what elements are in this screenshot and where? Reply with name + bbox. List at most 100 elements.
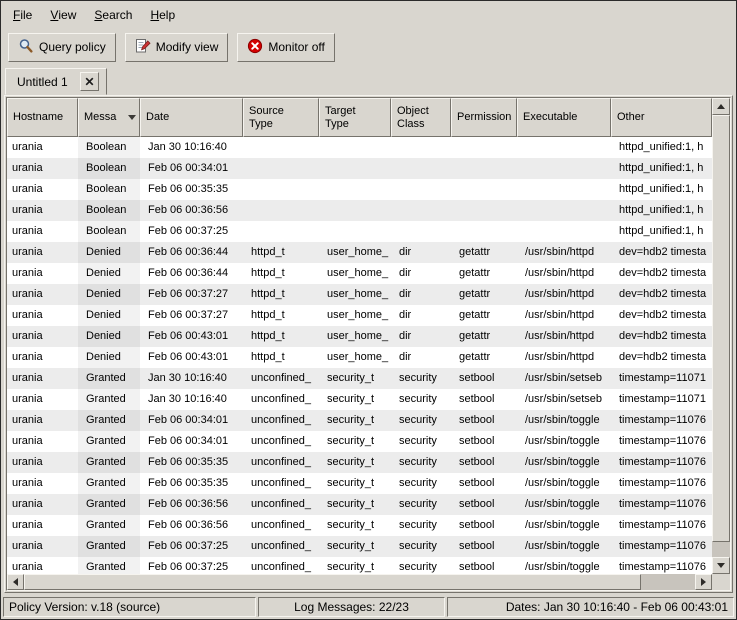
modify-view-button[interactable]: Modify view [125,33,229,62]
horizontal-scrollbar-thumb[interactable] [24,574,641,590]
tab-close-button[interactable] [80,72,99,91]
cell-permission: setbool [451,452,517,473]
scroll-down-button[interactable] [712,557,730,574]
table-row[interactable]: uraniaGrantedJan 30 10:16:40unconfined_s… [7,368,712,389]
table-row[interactable]: uraniaGrantedFeb 06 00:35:35unconfined_s… [7,452,712,473]
scrolled-window: HostnameMessaDateSource TypeTarget TypeO… [6,97,731,591]
cell-executable: /usr/sbin/toggle [517,473,611,494]
table-row[interactable]: uraniaBooleanJan 30 10:16:40httpd_unifie… [7,137,712,158]
cell-executable: /usr/sbin/toggle [517,557,611,574]
table-row[interactable]: uraniaDeniedFeb 06 00:43:01httpd_tuser_h… [7,347,712,368]
cell-executable [517,158,611,179]
query-policy-button[interactable]: Query policy [8,33,116,62]
table-row[interactable]: uraniaGrantedFeb 06 00:37:25unconfined_s… [7,557,712,574]
vertical-scrollbar[interactable] [712,98,730,574]
menu-item-search[interactable]: Search [85,1,141,28]
vertical-scrollbar-track[interactable] [712,115,730,557]
table-row[interactable]: uraniaGrantedJan 30 10:16:40unconfined_s… [7,389,712,410]
cell-other: httpd_unified:1, h [611,200,712,221]
cell-object-class: security [391,410,451,431]
menu-item-file[interactable]: File [4,1,41,28]
cell-other: timestamp=11076 [611,410,712,431]
cell-object-class: security [391,431,451,452]
table-row[interactable]: uraniaBooleanFeb 06 00:37:25httpd_unifie… [7,221,712,242]
scroll-left-button[interactable] [7,574,24,590]
table-row[interactable]: uraniaBooleanFeb 06 00:34:01httpd_unifie… [7,158,712,179]
cell-date: Feb 06 00:36:44 [140,242,243,263]
cell-target-type: security_t [319,452,391,473]
cell-date: Feb 06 00:36:56 [140,494,243,515]
table-row[interactable]: uraniaGrantedFeb 06 00:37:25unconfined_s… [7,536,712,557]
table-row[interactable]: uraniaGrantedFeb 06 00:36:56unconfined_s… [7,515,712,536]
cell-permission [451,200,517,221]
column-header-label: Other [617,111,645,124]
column-header-source-type[interactable]: Source Type [243,98,319,137]
monitor-off-button[interactable]: Monitor off [237,33,334,62]
column-header-other[interactable]: Other [611,98,712,137]
cell-hostname: urania [7,515,78,536]
cell-hostname: urania [7,368,78,389]
table-row[interactable]: uraniaDeniedFeb 06 00:36:44httpd_tuser_h… [7,263,712,284]
table-row[interactable]: uraniaGrantedFeb 06 00:34:01unconfined_s… [7,410,712,431]
cell-date: Feb 06 00:37:27 [140,284,243,305]
table-row[interactable]: uraniaGrantedFeb 06 00:36:56unconfined_s… [7,494,712,515]
scroll-right-button[interactable] [695,574,712,590]
column-header-label: Permission [457,111,511,124]
cell-hostname: urania [7,158,78,179]
table-row[interactable]: uraniaDeniedFeb 06 00:37:27httpd_tuser_h… [7,305,712,326]
cell-target-type: user_home_ [319,284,391,305]
horizontal-scrollbar-track[interactable] [24,574,695,590]
column-header-label: Messa [84,111,116,124]
cell-target-type: user_home_ [319,326,391,347]
table-row[interactable]: uraniaDeniedFeb 06 00:36:44httpd_tuser_h… [7,242,712,263]
cell-source-type: httpd_t [243,326,319,347]
column-header-label: Source Type [249,105,284,131]
cell-object-class: security [391,368,451,389]
column-header-permission[interactable]: Permission [451,98,517,137]
cell-hostname: urania [7,326,78,347]
cell-executable [517,221,611,242]
column-header-date[interactable]: Date [140,98,243,137]
table-row[interactable]: uraniaDeniedFeb 06 00:43:01httpd_tuser_h… [7,326,712,347]
table-row[interactable]: uraniaBooleanFeb 06 00:35:35httpd_unifie… [7,179,712,200]
table-row[interactable]: uraniaGrantedFeb 06 00:34:01unconfined_s… [7,431,712,452]
column-header-hostname[interactable]: Hostname [7,98,78,137]
cell-target-type: security_t [319,410,391,431]
vertical-scrollbar-thumb[interactable] [712,115,730,542]
menu-item-view[interactable]: View [41,1,85,28]
table-row[interactable]: uraniaBooleanFeb 06 00:36:56httpd_unifie… [7,200,712,221]
cell-permission: setbool [451,431,517,452]
table-header-row: HostnameMessaDateSource TypeTarget TypeO… [7,98,712,137]
cell-message: Granted [78,494,140,515]
cell-object-class: dir [391,326,451,347]
horizontal-scrollbar[interactable] [7,574,712,590]
cell-message: Denied [78,263,140,284]
cell-target-type: security_t [319,389,391,410]
table-row[interactable]: uraniaGrantedFeb 06 00:35:35unconfined_s… [7,473,712,494]
cell-object-class: security [391,536,451,557]
cell-other: httpd_unified:1, h [611,221,712,242]
cell-object-class: security [391,515,451,536]
cell-source-type [243,158,319,179]
table-row[interactable]: uraniaDeniedFeb 06 00:37:27httpd_tuser_h… [7,284,712,305]
cell-source-type: unconfined_ [243,389,319,410]
cell-object-class: dir [391,263,451,284]
column-header-object-class[interactable]: Object Class [391,98,451,137]
scroll-up-button[interactable] [712,98,730,115]
cell-hostname: urania [7,473,78,494]
cell-executable: /usr/sbin/setseb [517,389,611,410]
menu-item-help[interactable]: Help [141,1,184,28]
tab-untitled-1[interactable]: Untitled 1 [5,68,107,95]
cell-date: Feb 06 00:34:01 [140,158,243,179]
column-header-target-type[interactable]: Target Type [319,98,391,137]
cell-source-type: httpd_t [243,347,319,368]
column-header-executable[interactable]: Executable [517,98,611,137]
cell-permission: getattr [451,305,517,326]
cell-executable: /usr/sbin/toggle [517,536,611,557]
column-header-message[interactable]: Messa [78,98,140,137]
cell-hostname: urania [7,179,78,200]
cell-object-class: security [391,452,451,473]
cell-date: Feb 06 00:37:25 [140,536,243,557]
cell-permission: setbool [451,557,517,574]
cell-hostname: urania [7,536,78,557]
